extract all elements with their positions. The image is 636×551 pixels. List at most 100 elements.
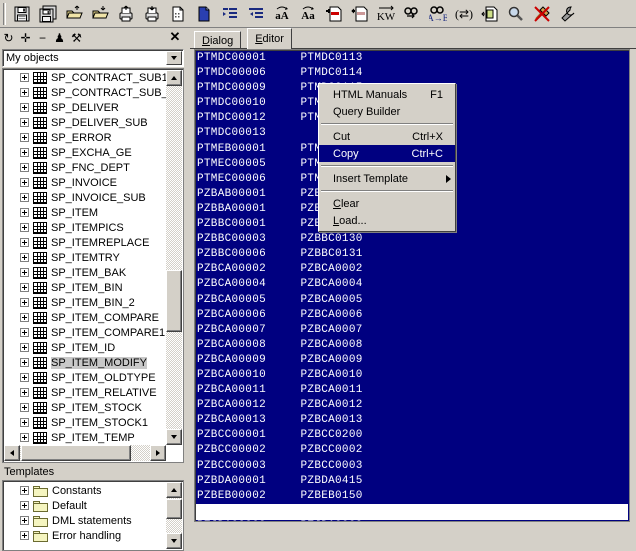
menu-item-query-builder[interactable]: Query Builder [319, 103, 455, 120]
tree-item[interactable]: SP_EXCHA_GE [4, 145, 167, 160]
menu-item-copy[interactable]: Copy Ctrl+C [319, 145, 455, 162]
menu-item-html-manuals[interactable]: HTML Manuals F1 [319, 86, 455, 103]
tree-item[interactable]: SP_ITEM [4, 205, 167, 220]
properties-icon[interactable] [478, 2, 502, 26]
save-icon[interactable] [10, 2, 34, 26]
expand-plus-icon[interactable] [20, 208, 29, 217]
editor-line[interactable]: PZBCC00001 PZBCC0200 [197, 428, 627, 443]
expand-plus-icon[interactable] [20, 193, 29, 202]
tree-item[interactable]: SP_ITEMPICS [4, 220, 167, 235]
expand-plus-icon[interactable] [20, 418, 29, 427]
indent-increase-icon[interactable] [218, 2, 242, 26]
tree-vscroll-thumb[interactable] [166, 270, 182, 332]
tree-item[interactable]: SP_ITEM_ID [4, 340, 167, 355]
indent-decrease-icon[interactable] [244, 2, 268, 26]
tree-item[interactable]: SP_FNC_DEPT [4, 160, 167, 175]
new-document-icon[interactable] [166, 2, 190, 26]
editor-line[interactable]: PTMDC00006 PTMDC0114 [197, 66, 627, 81]
expand-plus-icon[interactable] [20, 268, 29, 277]
expand-plus-icon[interactable] [20, 283, 29, 292]
tree-item[interactable]: SP_CONTRACT_SUB1 [4, 70, 167, 85]
tree-item[interactable]: SP_INVOICE_SUB [4, 190, 167, 205]
find-next-icon[interactable] [400, 2, 424, 26]
templates-scroll-up-button[interactable] [166, 482, 182, 498]
close-panel-button[interactable]: ✕ [168, 29, 182, 44]
remove-icon[interactable]: − [34, 30, 51, 47]
objects-tree[interactable]: SP_CONTRACT_SUB1 SP_CONTRACT_SUB_TEM SP_DE… [2, 68, 184, 463]
templates-tree[interactable]: Constants Default DML statements Error hand… [2, 480, 184, 551]
expand-plus-icon[interactable] [20, 253, 29, 262]
editor-line[interactable]: PZBCC00002 PZBCC0002 [197, 443, 627, 458]
tree-item[interactable]: SP_ITEMTRY [4, 250, 167, 265]
chevron-down-icon[interactable] [166, 51, 182, 65]
tree-item[interactable]: SP_ITEM_MODIFY [4, 355, 167, 370]
open-folder-2-icon[interactable] [88, 2, 112, 26]
tree-scroll-right-button[interactable] [150, 445, 166, 461]
expand-plus-icon[interactable] [20, 313, 29, 322]
editor-line[interactable]: PZBCA00006 PZBCA0006 [197, 308, 627, 323]
expand-plus-icon[interactable] [20, 516, 29, 525]
editor-line[interactable]: PZBCA00009 PZBCA0009 [197, 353, 627, 368]
tree-item[interactable]: SP_DELIVER_SUB [4, 115, 167, 130]
templates-scroll-down-button[interactable] [166, 533, 182, 549]
expand-plus-icon[interactable] [20, 358, 29, 367]
tree-item[interactable]: SP_ITEM_STOCK [4, 400, 167, 415]
editor-context-menu[interactable]: HTML Manuals F1 Query Builder Cut Ctrl+X Copy… [318, 83, 456, 232]
tree-item[interactable]: SP_ITEM_COMPARE [4, 310, 167, 325]
tree-item[interactable]: SP_ITEM_BAK [4, 265, 167, 280]
tab-dialog[interactable]: Dialog [194, 31, 242, 49]
expand-plus-icon[interactable] [20, 103, 29, 112]
tree-scroll-up-button[interactable] [166, 70, 182, 86]
expand-plus-icon[interactable] [20, 501, 29, 510]
tree-item[interactable]: SP_ITEM_RELATIVE [4, 385, 167, 400]
editor-line[interactable]: PZBBC00006 PZBBC0131 [197, 247, 627, 262]
editor-line[interactable]: PZBCA00005 PZBCA0005 [197, 293, 627, 308]
settings-icon[interactable]: ⚒ [68, 30, 85, 47]
expand-plus-icon[interactable] [20, 163, 29, 172]
editor-line[interactable]: PZBCA00013 PZBCA0013 [197, 413, 627, 428]
editor-line[interactable]: PTMDC00001 PTMDC0113 [197, 51, 627, 66]
expand-plus-icon[interactable] [20, 73, 29, 82]
save-all-icon[interactable] [36, 2, 60, 26]
document-icon[interactable] [192, 2, 216, 26]
keyword-icon[interactable]: KW [374, 2, 398, 26]
objects-scope-combo[interactable]: My objects [2, 49, 184, 67]
replace-icon[interactable]: A→B [426, 2, 450, 26]
menu-item-cut[interactable]: Cut Ctrl+X [319, 128, 455, 145]
template-item[interactable]: DML statements [4, 513, 167, 528]
bookmark-set-icon[interactable] [322, 2, 346, 26]
expand-plus-icon[interactable] [20, 373, 29, 382]
print-icon[interactable] [114, 2, 138, 26]
editor-line[interactable]: PZBCA00007 PZBCA0007 [197, 323, 627, 338]
tree-item[interactable]: SP_ERROR [4, 130, 167, 145]
editor-line[interactable]: PZBCC00003 PZBCC0003 [197, 459, 627, 474]
tree-item[interactable]: SP_INVOICE [4, 175, 167, 190]
tree-item[interactable]: SP_ITEM_BIN_2 [4, 295, 167, 310]
tree-item[interactable]: SP_ITEM_STOCK1 [4, 415, 167, 430]
expand-plus-icon[interactable] [20, 343, 29, 352]
templates-vertical-scrollbar[interactable] [166, 482, 182, 549]
tree-vscroll-track[interactable] [166, 70, 182, 445]
expand-plus-icon[interactable] [20, 388, 29, 397]
print-preview-icon[interactable] [140, 2, 164, 26]
expand-plus-icon[interactable] [20, 133, 29, 142]
tree-horizontal-scrollbar[interactable] [4, 445, 166, 461]
bookmark-goto-icon[interactable] [348, 2, 372, 26]
tree-item[interactable]: SP_CONTRACT_SUB_TEM [4, 85, 167, 100]
template-item[interactable]: Constants [4, 483, 167, 498]
editor-line[interactable]: PZBCA00008 PZBCA0008 [197, 338, 627, 353]
find-icon[interactable]: ♟ [51, 30, 68, 47]
tools-icon[interactable] [556, 2, 580, 26]
expand-plus-icon[interactable] [20, 178, 29, 187]
editor-line[interactable]: PZBCA00004 PZBCA0004 [197, 277, 627, 292]
zoom-icon[interactable] [504, 2, 528, 26]
tree-item[interactable]: SP_ITEMREPLACE [4, 235, 167, 250]
template-item[interactable]: Error handling [4, 528, 167, 543]
add-icon[interactable]: ✛ [17, 30, 34, 47]
editor-line[interactable]: PZBEB00002 PZBEB0150 [197, 489, 627, 504]
expand-plus-icon[interactable] [20, 531, 29, 540]
expand-plus-icon[interactable] [20, 486, 29, 495]
expand-plus-icon[interactable] [20, 403, 29, 412]
tab-editor[interactable]: Editor [247, 28, 292, 49]
expand-plus-icon[interactable] [20, 148, 29, 157]
